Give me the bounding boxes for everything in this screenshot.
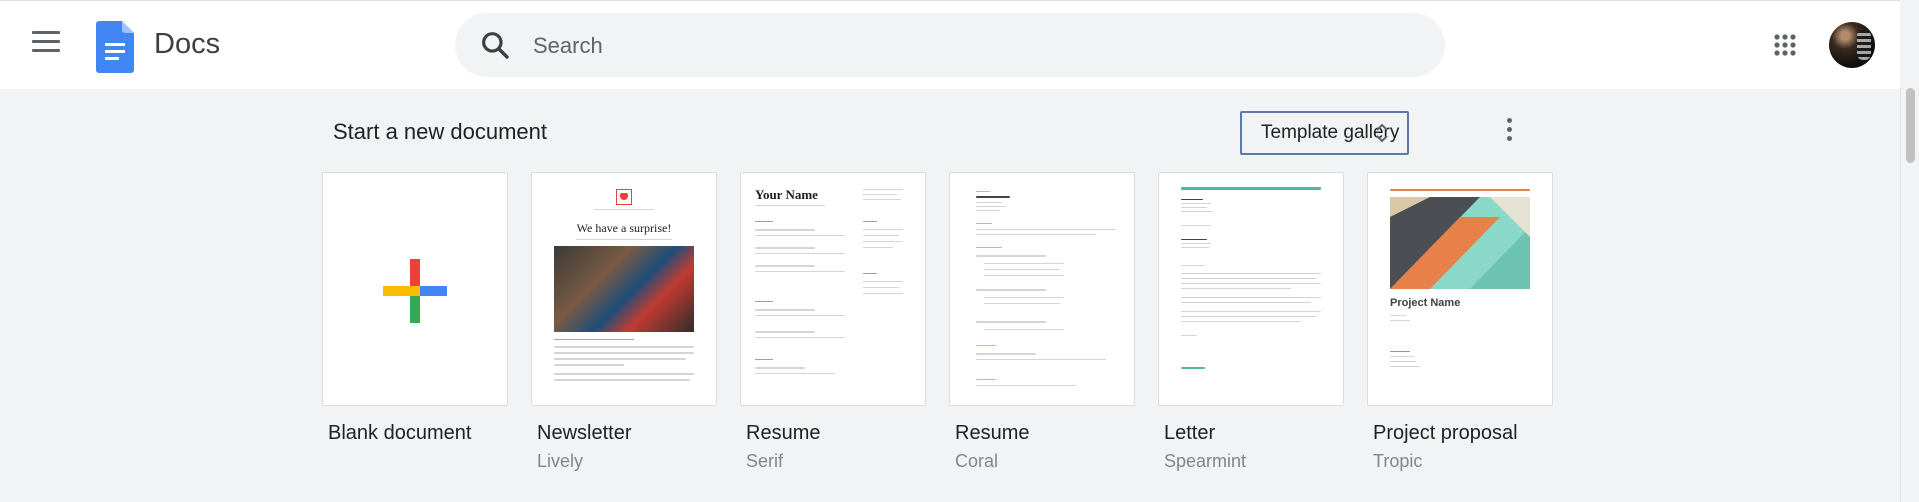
template-thumbnail[interactable]: Project Name bbox=[1367, 172, 1553, 406]
template-project-proposal-tropic[interactable]: Project Name Project proposal Tropic bbox=[1367, 172, 1553, 472]
plus-icon bbox=[383, 259, 447, 323]
template-subtitle: Lively bbox=[537, 451, 584, 471]
thumbnail-heading: Your Name bbox=[755, 187, 818, 202]
template-thumbnail[interactable]: Your Name bbox=[740, 172, 926, 406]
thumbnail-heading: Project Name bbox=[1390, 297, 1461, 309]
template-resume-serif[interactable]: Your Name Resume Serif bbox=[740, 172, 926, 472]
more-options-icon[interactable] bbox=[1503, 118, 1515, 146]
template-name: Resume bbox=[746, 422, 821, 444]
google-apps-icon[interactable] bbox=[1773, 33, 1797, 57]
newsletter-photo bbox=[554, 246, 694, 332]
docs-logo-icon[interactable] bbox=[96, 21, 134, 73]
tropic-artwork bbox=[1390, 197, 1530, 289]
template-thumbnail[interactable] bbox=[1158, 172, 1344, 406]
search-input[interactable] bbox=[531, 25, 1415, 67]
template-name: Letter bbox=[1164, 422, 1216, 444]
search-bar[interactable] bbox=[455, 13, 1445, 77]
template-thumbnail[interactable] bbox=[322, 172, 508, 406]
app-title[interactable]: Docs bbox=[154, 28, 220, 61]
template-thumbnail[interactable]: We have a surprise! bbox=[531, 172, 717, 406]
template-resume-coral[interactable]: Resume Coral bbox=[949, 172, 1135, 472]
section-title: Start a new document bbox=[333, 119, 548, 144]
page-scrollbar[interactable] bbox=[1900, 88, 1919, 502]
thumbnail-heading: We have a surprise! bbox=[576, 221, 672, 235]
template-subtitle: Spearmint bbox=[1164, 451, 1247, 471]
unfold-icon bbox=[1376, 123, 1388, 143]
template-name: Blank document bbox=[328, 422, 472, 444]
template-gallery-button[interactable]: Template gallery bbox=[1240, 111, 1409, 155]
template-subtitle: Coral bbox=[955, 451, 999, 471]
template-subtitle: Serif bbox=[746, 451, 784, 471]
search-icon[interactable] bbox=[479, 29, 511, 61]
template-newsletter-lively[interactable]: We have a surprise! Newsletter Lively bbox=[531, 172, 717, 472]
template-subtitle: Tropic bbox=[1373, 451, 1423, 471]
template-name: Newsletter bbox=[537, 422, 632, 444]
template-name: Resume bbox=[955, 422, 1030, 444]
heart-icon bbox=[616, 189, 632, 205]
template-letter-spearmint[interactable]: Letter Spearmint bbox=[1158, 172, 1344, 472]
template-name: Project proposal bbox=[1373, 422, 1518, 444]
main-menu-icon[interactable] bbox=[32, 31, 60, 55]
template-blank-document[interactable]: Blank document bbox=[322, 172, 508, 451]
template-thumbnail[interactable] bbox=[949, 172, 1135, 406]
account-avatar[interactable] bbox=[1829, 22, 1875, 68]
top-bar: Docs bbox=[0, 0, 1900, 89]
scrollbar-thumb[interactable] bbox=[1906, 88, 1915, 163]
